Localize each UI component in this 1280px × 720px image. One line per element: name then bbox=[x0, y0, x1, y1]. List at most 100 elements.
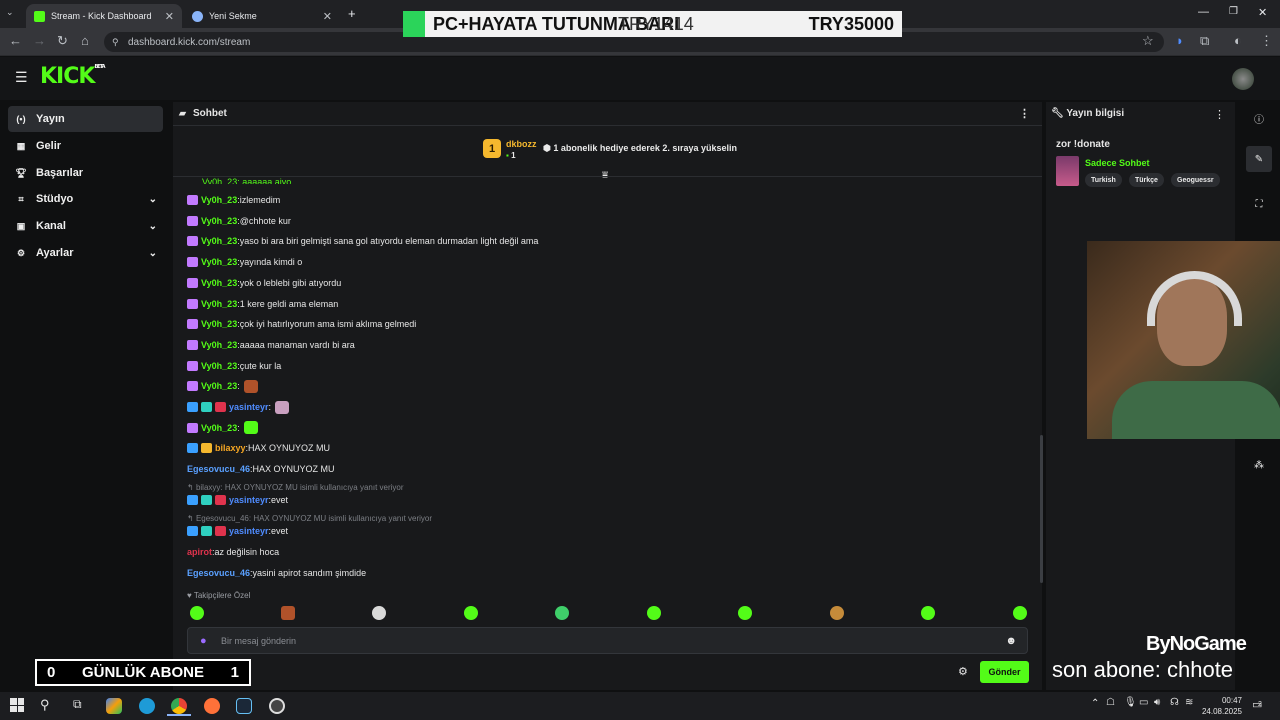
chat-message-input[interactable]: ● Bir mesaj gönderin ☻ bbox=[187, 627, 1028, 654]
emote-chat-icon[interactable] bbox=[464, 606, 478, 620]
chat-username[interactable]: Egesovucu_46 bbox=[187, 464, 250, 474]
site-info-icon[interactable]: ⚲ bbox=[112, 37, 119, 48]
chat-username[interactable]: Vy0h_23 bbox=[201, 381, 237, 391]
emote-frog-icon[interactable] bbox=[555, 606, 569, 620]
sidebar-item-yayin[interactable]: (•) Yayın bbox=[8, 106, 163, 132]
chat-username[interactable]: Vy0h_23 bbox=[201, 216, 237, 226]
menu-kebab-icon[interactable]: ⋮ bbox=[1260, 33, 1273, 49]
network-icon[interactable]: ☖ bbox=[1106, 697, 1115, 708]
emoji-picker-icon[interactable]: ☻ bbox=[1005, 635, 1017, 647]
headset-icon[interactable]: ☊ bbox=[1170, 697, 1179, 708]
chat-menu-icon[interactable]: ⋮ bbox=[1019, 107, 1030, 120]
info-icon[interactable]: ⓘ bbox=[1250, 109, 1268, 127]
chat-username[interactable]: Vy0h_23 bbox=[201, 278, 237, 288]
chat-username[interactable]: Vy0h_23 bbox=[201, 257, 237, 267]
display-icon[interactable]: ▭ bbox=[1139, 697, 1148, 708]
chat-username[interactable]: yasinteyr bbox=[229, 526, 269, 536]
microphone-icon[interactable]: ● bbox=[200, 635, 207, 647]
category-thumbnail[interactable] bbox=[1056, 156, 1079, 186]
taskbar-clock[interactable]: 00:47 24.08.2025 bbox=[1196, 695, 1242, 717]
steam-icon[interactable] bbox=[236, 698, 252, 714]
minimize-icon[interactable]: — bbox=[1198, 6, 1209, 18]
tag-turkce[interactable]: Türkçe bbox=[1129, 173, 1164, 187]
share-nodes-icon[interactable]: ⁂ bbox=[1250, 456, 1268, 474]
chat-username[interactable]: Vy0h_23 bbox=[201, 319, 237, 329]
chat-bubble-icon: ▰ bbox=[179, 108, 186, 118]
emote-laugh-icon[interactable] bbox=[921, 606, 935, 620]
sidebar-item-studyo[interactable]: ⌗ Stüdyo ⌄ bbox=[8, 186, 163, 212]
chat-username[interactable]: Egesovucu_46 bbox=[187, 568, 250, 578]
copilot-icon[interactable] bbox=[106, 698, 122, 714]
emote-smile-icon[interactable] bbox=[1013, 606, 1027, 620]
bookmark-star-icon[interactable]: ☆ bbox=[1142, 33, 1154, 49]
forward-icon[interactable]: → bbox=[33, 33, 46, 48]
close-icon[interactable]: ✕ bbox=[323, 10, 332, 23]
restore-icon[interactable]: ❐ bbox=[1229, 6, 1238, 17]
category-name[interactable]: Sadece Sohbet bbox=[1085, 158, 1150, 168]
chat-username[interactable]: Vy0h_23 bbox=[201, 236, 237, 246]
obs-icon[interactable] bbox=[269, 698, 285, 714]
tray-overflow-icon[interactable]: ⌃ bbox=[1091, 698, 1099, 709]
emote-box-icon[interactable] bbox=[281, 606, 295, 620]
tag-turkish[interactable]: Turkish bbox=[1085, 173, 1122, 187]
sidebar-item-ayarlar[interactable]: ⚙ Ayarlar ⌄ bbox=[8, 240, 163, 266]
hamburger-menu-icon[interactable]: ☰ bbox=[15, 69, 28, 86]
edge-icon[interactable] bbox=[139, 698, 155, 714]
send-button[interactable]: Gönder bbox=[980, 661, 1029, 683]
wifi-icon[interactable]: ≋ bbox=[1185, 697, 1193, 708]
chat-username[interactable]: yasinteyr bbox=[229, 495, 269, 505]
chat-username[interactable]: Vy0h_23 bbox=[201, 340, 237, 350]
chrome-favicon-icon bbox=[192, 10, 203, 22]
extensions-puzzle-icon[interactable]: ⧉ bbox=[1200, 33, 1209, 49]
volume-icon[interactable]: 🔊︎ bbox=[1154, 697, 1160, 708]
chat-username[interactable]: Vy0h_23 bbox=[201, 423, 237, 433]
chat-settings-gear-icon[interactable]: ⚙ bbox=[958, 665, 968, 678]
top-gifter-name[interactable]: dkbozz bbox=[506, 139, 537, 149]
chat-username[interactable]: bilaxyy bbox=[215, 443, 246, 453]
avatar[interactable] bbox=[1232, 68, 1254, 90]
back-icon[interactable]: ← bbox=[9, 33, 22, 48]
chat-username[interactable]: yasinteyr bbox=[229, 402, 269, 412]
tab-label: Stream - Kick Dashboard bbox=[51, 11, 152, 21]
firefox-icon[interactable] bbox=[204, 698, 220, 714]
user-badge-icon bbox=[187, 277, 198, 288]
notifications-icon[interactable]: ▭ 2 bbox=[1252, 698, 1262, 711]
chat-scrollbar[interactable] bbox=[1040, 435, 1043, 583]
chat-text: yok o leblebi gibi atıyordu bbox=[239, 277, 342, 288]
task-view-icon[interactable]: ⧉ bbox=[73, 697, 82, 712]
new-tab-icon[interactable]: + bbox=[348, 6, 356, 21]
tab-new-tab[interactable]: Yeni Sekme ✕ bbox=[184, 4, 340, 28]
chat-username[interactable]: Vy0h_23 bbox=[201, 195, 237, 205]
screen-icon[interactable]: ⛶ bbox=[1250, 195, 1268, 213]
start-windows-icon[interactable] bbox=[10, 698, 24, 712]
chat-username[interactable]: apirot bbox=[187, 547, 212, 557]
edit-pencil-icon[interactable]: ✎ bbox=[1246, 146, 1272, 172]
emote-blob-icon[interactable] bbox=[647, 606, 661, 620]
stream-info-menu-icon[interactable]: ⋮ bbox=[1214, 108, 1225, 121]
close-icon[interactable]: ✕ bbox=[165, 10, 174, 23]
emote-ghost-icon[interactable] bbox=[738, 606, 752, 620]
broadcast-icon: (•) bbox=[16, 114, 26, 124]
emote-ball-icon[interactable] bbox=[372, 606, 386, 620]
kick-logo[interactable]: KICKBETA bbox=[40, 64, 106, 89]
chrome-icon[interactable] bbox=[171, 698, 187, 714]
sidebar-item-basarilar[interactable]: 🏆︎ Başarılar bbox=[8, 160, 163, 186]
sidebar-item-gelir[interactable]: ▦ Gelir bbox=[8, 133, 163, 159]
chat-message: Vy0h_23: 1 kere geldi ama eleman bbox=[187, 296, 338, 312]
heart-icon: ♥ bbox=[187, 591, 192, 600]
emote-kekw-icon[interactable] bbox=[190, 606, 204, 620]
profile-icon[interactable]: ◐ bbox=[1234, 33, 1242, 48]
tab-kick-dashboard[interactable]: Stream - Kick Dashboard ✕ bbox=[26, 4, 182, 28]
reload-icon[interactable]: ↻ bbox=[57, 33, 68, 49]
microphone-tray-icon[interactable]: 🎙︎ bbox=[1124, 697, 1137, 708]
emote-face-icon[interactable] bbox=[830, 606, 844, 620]
tab-search-icon[interactable]: ⌄ bbox=[6, 7, 14, 18]
home-icon[interactable]: ⌂ bbox=[81, 33, 89, 48]
chat-username[interactable]: Vy0h_23 bbox=[201, 361, 237, 371]
search-icon[interactable]: ⚲ bbox=[40, 697, 50, 713]
sidebar-item-kanal[interactable]: ▣ Kanal ⌄ bbox=[8, 213, 163, 239]
tag-geoguessr[interactable]: Geoguessr bbox=[1171, 173, 1220, 187]
extension-icon[interactable]: ◗ bbox=[1176, 33, 1184, 48]
chat-username[interactable]: Vy0h_23 bbox=[201, 299, 237, 309]
close-window-icon[interactable]: ✕ bbox=[1258, 6, 1267, 19]
